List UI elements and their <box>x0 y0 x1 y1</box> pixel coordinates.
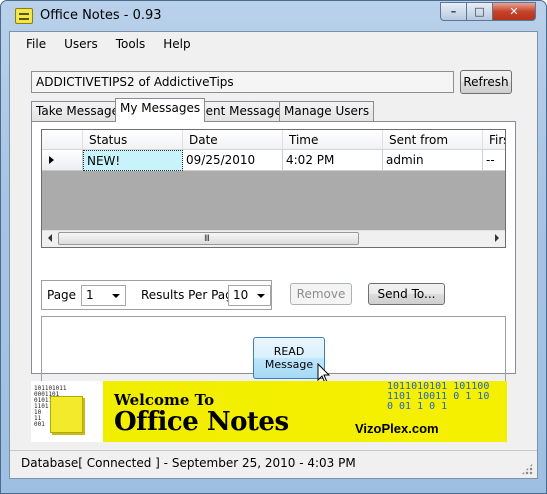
scrollbar-thumb[interactable]: III <box>58 232 359 245</box>
column-header-time[interactable]: Time <box>283 130 383 149</box>
menu-help[interactable]: Help <box>154 34 199 54</box>
window-title: Office Notes - 0.93 <box>40 8 162 23</box>
results-per-page-select[interactable]: 10 <box>228 285 271 306</box>
row-header-corner <box>42 130 83 149</box>
app-window: Office Notes - 0.93 – □ ✕ File Users Too… <box>0 0 547 494</box>
my-messages-panel: Status Date Time Sent from Firs NEW! 09/… <box>31 121 516 415</box>
cell-time[interactable]: 4:02 PM <box>283 150 383 171</box>
maximize-icon: □ <box>474 5 485 18</box>
paging-group: Page 1 Results Per Page 10 <box>41 280 272 310</box>
cell-status[interactable]: NEW! <box>83 150 183 171</box>
page-label: Page <box>47 288 77 302</box>
results-per-page-value: 10 <box>233 288 249 302</box>
chevron-down-icon <box>257 294 265 298</box>
page-select-value: 1 <box>86 288 94 302</box>
column-header-first[interactable]: Firs <box>483 130 505 149</box>
banner-site-text: VizoPlex.com <box>355 421 439 436</box>
resize-grip-icon[interactable] <box>521 463 533 475</box>
tab-take-message[interactable]: Take Message <box>31 101 125 121</box>
column-header-status[interactable]: Status <box>83 130 183 149</box>
status-bar: Database[ Connected ] - September 25, 20… <box>10 450 537 478</box>
current-user-field[interactable]: ADDICTIVETIPS2 of AddictiveTips <box>31 71 454 93</box>
remove-button[interactable]: Remove <box>290 283 352 305</box>
chevron-down-icon <box>112 294 120 298</box>
tab-manage-users[interactable]: Manage Users <box>279 101 375 121</box>
title-bar[interactable]: Office Notes - 0.93 – □ ✕ <box>1 1 546 31</box>
tab-sent-messages[interactable]: Sent Messages <box>193 101 293 121</box>
tab-my-messages[interactable]: My Messages <box>115 98 206 122</box>
status-text: Database[ Connected ] - September 25, 20… <box>21 456 356 470</box>
close-icon: ✕ <box>509 5 519 18</box>
table-row[interactable]: NEW! 09/25/2010 4:02 PM admin -- <box>42 150 505 171</box>
minimize-icon: – <box>450 5 457 18</box>
cell-first[interactable]: -- <box>483 150 505 171</box>
scrollbar-grip: III <box>204 234 210 244</box>
scroll-right-icon[interactable] <box>495 234 499 242</box>
grid-header: Status Date Time Sent from Firs <box>42 130 505 150</box>
messages-grid[interactable]: Status Date Time Sent from Firs NEW! 09/… <box>41 129 506 248</box>
row-selector[interactable] <box>42 150 83 171</box>
minimize-button[interactable]: – <box>440 2 467 21</box>
read-button-line2: Message <box>264 358 314 371</box>
close-button[interactable]: ✕ <box>493 2 536 21</box>
banner-logo-area: 101101011 0001101 01011010 1101 10 11 00… <box>31 381 103 442</box>
horizontal-scrollbar[interactable]: III <box>42 230 505 247</box>
scroll-left-icon[interactable] <box>48 234 52 242</box>
refresh-button[interactable]: Refresh <box>460 70 512 94</box>
menu-file[interactable]: File <box>17 34 55 54</box>
menu-tools[interactable]: Tools <box>107 34 155 54</box>
column-header-date[interactable]: Date <box>183 130 283 149</box>
menu-bar: File Users Tools Help <box>10 32 537 56</box>
cell-date[interactable]: 09/25/2010 <box>183 150 283 171</box>
banner-title: Office Notes <box>114 407 289 437</box>
menu-users[interactable]: Users <box>55 34 107 54</box>
read-button-line1: READ <box>273 345 305 358</box>
cell-sent-from[interactable]: admin <box>383 150 483 171</box>
results-per-page-label: Results Per Page <box>141 288 241 302</box>
client-area: File Users Tools Help ADDICTIVETIPS2 of … <box>9 31 538 479</box>
read-message-button[interactable]: READ Message <box>253 337 325 379</box>
binary-pattern-right: 1011010101 101100 1101 10011 0 1 10 0 01… <box>387 381 490 412</box>
column-header-sent-from[interactable]: Sent from <box>383 130 483 149</box>
maximize-button[interactable]: □ <box>467 2 493 21</box>
sticky-note-logo-icon <box>50 396 83 433</box>
page-select[interactable]: 1 <box>81 285 126 306</box>
welcome-banner: 101101011 0001101 01011010 1101 10 11 00… <box>31 381 507 442</box>
notes-app-icon[interactable] <box>15 8 33 24</box>
current-row-arrow-icon <box>49 156 54 164</box>
send-to-button[interactable]: Send To... <box>368 283 445 305</box>
window-controls: – □ ✕ <box>440 2 536 21</box>
